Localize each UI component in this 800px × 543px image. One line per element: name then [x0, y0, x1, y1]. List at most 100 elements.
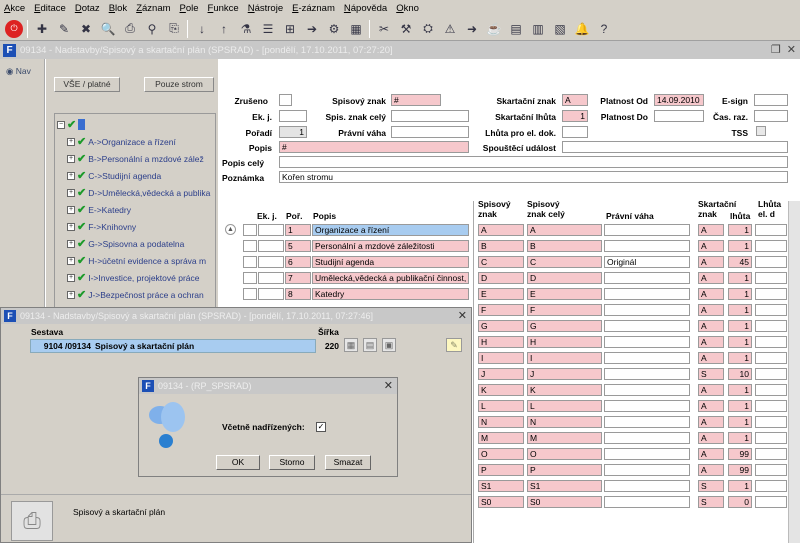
restore-icon[interactable]: ❐: [771, 43, 781, 56]
spis-znak-cely-cell[interactable]: K: [527, 384, 602, 396]
expand-icon[interactable]: +: [67, 205, 75, 214]
expand-icon[interactable]: +: [67, 171, 75, 180]
spis-znak-cely-cell[interactable]: S0: [527, 496, 602, 508]
lhuta-cell[interactable]: 10: [728, 368, 752, 380]
tree-node[interactable]: + ✔ E->Katedry: [67, 201, 131, 218]
spis-znak-cell[interactable]: D: [478, 272, 524, 284]
collapse-icon[interactable]: −: [57, 120, 65, 129]
popis-cell[interactable]: Organizace a řízení: [312, 224, 469, 236]
lhuta-cell[interactable]: 1: [728, 224, 752, 236]
excel-icon[interactable]: ▥: [529, 20, 547, 38]
search-icon[interactable]: 🔍: [99, 20, 117, 38]
scroll-up-icon[interactable]: ▲: [225, 224, 236, 235]
por-cell[interactable]: 5: [285, 240, 311, 252]
tree-node[interactable]: + ✔ J->Bezpečnost práce a ochran: [67, 286, 204, 303]
vertical-scrollbar[interactable]: [788, 201, 800, 543]
tree-node[interactable]: + ✔ C->Studijní agenda: [67, 167, 161, 184]
export-icon[interactable]: ▣: [382, 338, 396, 352]
pravni-vaha-cell[interactable]: Originál: [604, 256, 690, 268]
print-icon[interactable]: ⎙: [121, 20, 139, 38]
skart-znak-cell[interactable]: A: [698, 464, 724, 476]
spis-znak-cell[interactable]: J: [478, 368, 524, 380]
lhuta-cell[interactable]: 99: [728, 464, 752, 476]
spis-znak-cell[interactable]: F: [478, 304, 524, 316]
lhuta-cell[interactable]: 1: [728, 336, 752, 348]
lhuta-cell[interactable]: 1: [728, 272, 752, 284]
spis-znak-cely-cell[interactable]: J: [527, 368, 602, 380]
cas-raz-field[interactable]: [754, 110, 788, 122]
menu-item-3[interactable]: Blok: [109, 3, 128, 14]
skartacni-lhuta-field[interactable]: 1: [562, 110, 588, 122]
lhuta-el-cell[interactable]: [755, 224, 787, 236]
lhuta-cell[interactable]: 1: [728, 240, 752, 252]
spis-znak-cell[interactable]: C: [478, 256, 524, 268]
lhuta-el-cell[interactable]: [755, 416, 787, 428]
spis-znak-cell[interactable]: B: [478, 240, 524, 252]
spis-znak-cell[interactable]: M: [478, 432, 524, 444]
popis-cell[interactable]: Katedry: [312, 288, 469, 300]
sort-desc-icon[interactable]: ↑: [215, 20, 233, 38]
menu-item-5[interactable]: Pole: [180, 3, 199, 14]
edit-icon[interactable]: ✎: [55, 20, 73, 38]
spis-znak-cely-cell[interactable]: E: [527, 288, 602, 300]
por-cell[interactable]: 1: [285, 224, 311, 236]
lhuta-cell[interactable]: 0: [728, 496, 752, 508]
smazat-button[interactable]: Smazat: [325, 455, 371, 470]
lhuta-el-cell[interactable]: [755, 352, 787, 364]
lhuta-el-cell[interactable]: [755, 288, 787, 300]
pravni-vaha-cell[interactable]: [604, 240, 690, 252]
spis-znak-cely-cell[interactable]: B: [527, 240, 602, 252]
zruseno-checkbox[interactable]: [279, 94, 292, 106]
tree-node[interactable]: + ✔ H->účetní evidence a správa m: [67, 252, 206, 269]
skart-znak-cell[interactable]: A: [698, 352, 724, 364]
tree-node[interactable]: + ✔ F->Knihovny: [67, 218, 136, 235]
spis-znak-cely-cell[interactable]: M: [527, 432, 602, 444]
lhuta-cell[interactable]: 1: [728, 320, 752, 332]
spis-znak-cely-cell[interactable]: I: [527, 352, 602, 364]
menu-item-2[interactable]: Dotaz: [75, 3, 100, 14]
spis-znak-cell[interactable]: S0: [478, 496, 524, 508]
note-icon[interactable]: ✎: [446, 338, 462, 352]
pravni-vaha-cell[interactable]: [604, 400, 690, 412]
tree-root[interactable]: − ✔: [57, 116, 86, 133]
menu-item-9[interactable]: Nápověda: [344, 3, 387, 14]
skart-znak-cell[interactable]: A: [698, 336, 724, 348]
ekj-cell[interactable]: [258, 224, 284, 236]
binoculars-icon[interactable]: ⚲: [143, 20, 161, 38]
pravni-vaha-cell[interactable]: [604, 304, 690, 316]
spis-znak-cely-cell[interactable]: S1: [527, 480, 602, 492]
skart-znak-cell[interactable]: A: [698, 304, 724, 316]
pravni-vaha-cell[interactable]: [604, 480, 690, 492]
popis-cell[interactable]: Umělecká,vědecká a publikační činnost,: [312, 272, 469, 284]
tree-node[interactable]: + ✔ B->Personální a mzdové zálež: [67, 150, 204, 167]
all-valid-button[interactable]: VŠE / platné: [54, 77, 120, 92]
expand-icon[interactable]: +: [67, 256, 75, 265]
skart-znak-cell[interactable]: A: [698, 384, 724, 396]
expand-icon[interactable]: +: [67, 239, 75, 248]
lhuta-el-cell[interactable]: [755, 432, 787, 444]
spis-znak-cely-cell[interactable]: P: [527, 464, 602, 476]
spis-znak-cell[interactable]: K: [478, 384, 524, 396]
spis-znak-cely-cell[interactable]: C: [527, 256, 602, 268]
spis-znak-cell[interactable]: G: [478, 320, 524, 332]
bell-icon[interactable]: 🔔: [573, 20, 591, 38]
pdf-icon[interactable]: ▤: [507, 20, 525, 38]
pravni-vaha-cell[interactable]: [604, 464, 690, 476]
ekj-cell[interactable]: [258, 288, 284, 300]
skart-znak-cell[interactable]: A: [698, 272, 724, 284]
spis-znak-cell[interactable]: E: [478, 288, 524, 300]
menu-item-0[interactable]: Akce: [4, 3, 25, 14]
por-cell[interactable]: 7: [285, 272, 311, 284]
lhuta-el-cell[interactable]: [755, 496, 787, 508]
tree-only-button[interactable]: Pouze strom: [144, 77, 214, 92]
skart-znak-cell[interactable]: A: [698, 224, 724, 236]
cut-icon[interactable]: ✂: [375, 20, 393, 38]
menu-item-8[interactable]: E-záznam: [292, 3, 335, 14]
exit-icon[interactable]: ⏻: [5, 19, 23, 38]
menu-item-6[interactable]: Funkce: [208, 3, 239, 14]
lhuta-el-cell[interactable]: [755, 240, 787, 252]
skart-znak-cell[interactable]: A: [698, 288, 724, 300]
spis-znak-cell[interactable]: S1: [478, 480, 524, 492]
expand-icon[interactable]: +: [67, 154, 75, 163]
spis-znak-cell[interactable]: L: [478, 400, 524, 412]
